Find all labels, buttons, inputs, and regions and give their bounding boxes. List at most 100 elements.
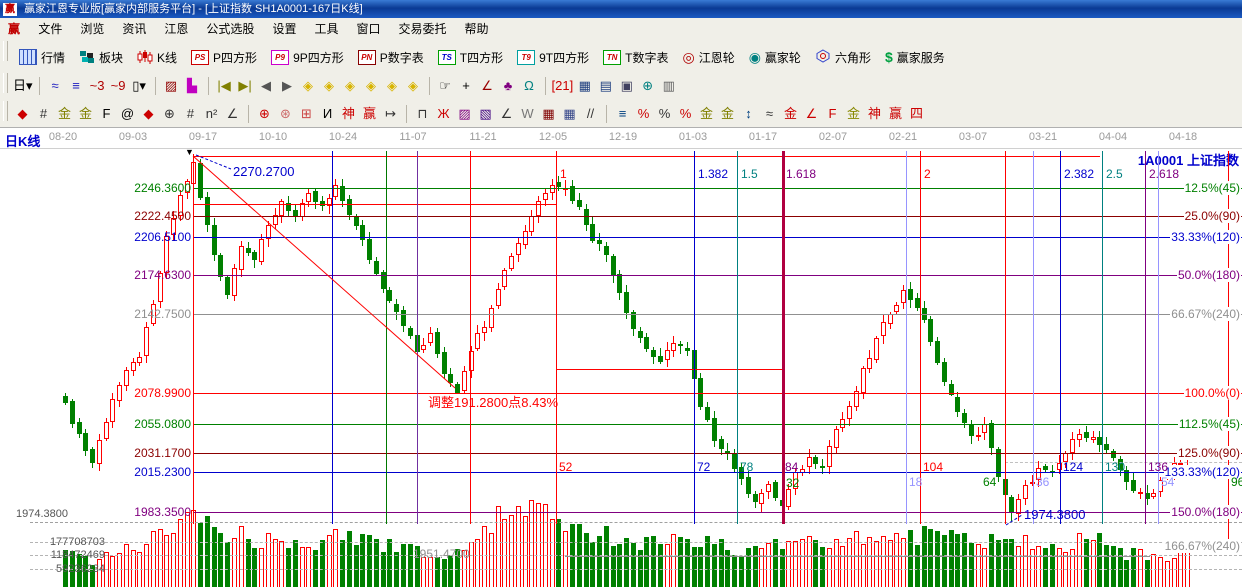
nav-tool-icon-0[interactable]: 日▾ — [13, 75, 33, 97]
nav-tool-icon-6[interactable]: ▯▾ — [130, 75, 149, 97]
menu-item-9[interactable]: 帮助 — [456, 18, 498, 41]
nav-tool-icon-29[interactable]: ▦ — [575, 75, 594, 97]
day-count-label: 64 — [983, 475, 997, 489]
gann-tool-icon-16[interactable]: 神 — [339, 103, 358, 125]
gann-tool-icon-1[interactable]: # — [34, 103, 53, 125]
toolbar-button-板块[interactable]: 板块 — [72, 43, 130, 71]
gann-tool-icon-30[interactable]: ≡ — [613, 103, 632, 125]
nav-tool-icon-8[interactable]: ▨ — [162, 75, 181, 97]
toolbar-button-T数字表[interactable]: TN T数字表 — [596, 43, 675, 71]
gann-tool-icon-35[interactable]: 金 — [718, 103, 737, 125]
menu-item-5[interactable]: 设置 — [263, 18, 305, 41]
gann-tool-icon-42[interactable]: 神 — [865, 103, 884, 125]
nav-tool-icon-13[interactable]: ◀ — [257, 75, 276, 97]
menu-item-0[interactable]: 文件 — [29, 18, 71, 41]
nav-tool-icon-19[interactable]: ◈ — [383, 75, 402, 97]
gann-tool-icon-0[interactable]: ◆ — [13, 103, 32, 125]
nav-tool-icon-26[interactable]: Ω — [520, 75, 539, 97]
toolbar-button-9P四方形[interactable]: P9 9P四方形 — [264, 43, 351, 71]
menu-item-8[interactable]: 交易委托 — [389, 18, 455, 41]
gann-tool-icon-37[interactable]: ≈ — [760, 103, 779, 125]
gann-tool-icon-34[interactable]: 金 — [697, 103, 716, 125]
nav-tool-icon-11[interactable]: |◀ — [215, 75, 234, 97]
sector-blocks-icon — [79, 50, 95, 64]
gann-tool-icon-6[interactable]: ◆ — [139, 103, 158, 125]
chart-area[interactable]: 日K线 1A0001 上证指数 08-20 09-03 09-17 10-10 10-2… — [0, 127, 1242, 587]
nav-tool-icon-23[interactable]: + — [457, 75, 476, 97]
gann-tool-icon-10[interactable]: ∠ — [223, 103, 242, 125]
nav-tool-icon-33[interactable]: ▥ — [659, 75, 678, 97]
gann-tool-icon-39[interactable]: ∠ — [802, 103, 821, 125]
nav-tool-icon-3[interactable]: ≡ — [67, 75, 86, 97]
menu-item-6[interactable]: 工具 — [305, 18, 347, 41]
gann-tool-icon-43[interactable]: 赢 — [886, 103, 905, 125]
gann-tool-icon-31[interactable]: % — [634, 103, 653, 125]
toolbar-button-P四方形[interactable]: PS P四方形 — [184, 43, 264, 71]
toolbar-button-K线[interactable]: K线 — [130, 43, 184, 71]
toolbar-button-T四方形[interactable]: TS T四方形 — [431, 43, 510, 71]
ps-badge-icon: PS — [191, 49, 210, 65]
nav-tool-icon-18[interactable]: ◈ — [362, 75, 381, 97]
gann-tool-icon-20[interactable]: ⊓ — [413, 103, 432, 125]
nav-tool-icon-4[interactable]: ~3 — [88, 75, 107, 97]
nav-tool-icon-15[interactable]: ◈ — [299, 75, 318, 97]
price-axis-label: 2078.9900 — [134, 386, 191, 400]
toolbar-button-P数字表[interactable]: PN P数字表 — [351, 43, 431, 71]
toolbar-button-六角形[interactable]: 六角形 — [808, 43, 878, 71]
gann-tool-icon-44[interactable]: 四 — [907, 103, 926, 125]
gann-tool-icon-8[interactable]: # — [181, 103, 200, 125]
gann-tool-icon-41[interactable]: 金 — [844, 103, 863, 125]
gann-tool-icon-7[interactable]: ⊕ — [160, 103, 179, 125]
gann-tool-icon-32[interactable]: % — [655, 103, 674, 125]
gann-tool-icon-40[interactable]: F — [823, 103, 842, 125]
menu-item-7[interactable]: 窗口 — [347, 18, 389, 41]
gann-tool-icon-38[interactable]: 金 — [781, 103, 800, 125]
toolbar-button-江恩轮[interactable]: ◎ 江恩轮 — [675, 43, 741, 71]
nav-tool-icon-28[interactable]: [21] — [552, 75, 574, 97]
gann-tool-icon-18[interactable]: ↦ — [381, 103, 400, 125]
nav-tool-icon-14[interactable]: ▶ — [278, 75, 297, 97]
toolbar-button-9T四方形[interactable]: T9 9T四方形 — [510, 43, 596, 71]
title-bar[interactable]: 赢 赢家江恩专业版[赢家内部服务平台] - [上证指数 SH1A0001-167… — [0, 0, 1242, 18]
gann-tool-icon-27[interactable]: ▦ — [560, 103, 579, 125]
nav-tool-icon-5[interactable]: ~9 — [109, 75, 128, 97]
gann-tool-icon-2[interactable]: 金 — [55, 103, 74, 125]
menu-item-2[interactable]: 资讯 — [113, 18, 155, 41]
gann-tool-icon-22[interactable]: ▨ — [455, 103, 474, 125]
nav-tool-icon-25[interactable]: ♣ — [499, 75, 518, 97]
nav-tool-icon-17[interactable]: ◈ — [341, 75, 360, 97]
gann-tool-icon-28[interactable]: // — [581, 103, 600, 125]
gann-tool-icon-13[interactable]: ⊛ — [276, 103, 295, 125]
gann-tool-icon-3[interactable]: 金 — [76, 103, 95, 125]
gann-tool-icon-17[interactable]: 赢 — [360, 103, 379, 125]
nav-tool-icon-12[interactable]: ▶| — [236, 75, 255, 97]
gann-tool-icon-21[interactable]: Ж — [434, 103, 453, 125]
nav-tool-icon-20[interactable]: ◈ — [404, 75, 423, 97]
toolbar-button-赢家服务[interactable]: $ 赢家服务 — [878, 43, 952, 71]
menu-item-3[interactable]: 江恩 — [155, 18, 197, 41]
nav-tool-icon-24[interactable]: ∠ — [478, 75, 497, 97]
gann-tool-icon-23[interactable]: ▧ — [476, 103, 495, 125]
nav-tool-icon-31[interactable]: ▣ — [617, 75, 636, 97]
menu-item-1[interactable]: 浏览 — [71, 18, 113, 41]
nav-tool-icon-2[interactable]: ≈ — [46, 75, 65, 97]
gann-tool-icon-36[interactable]: ↕ — [739, 103, 758, 125]
menu-item-4[interactable]: 公式选股 — [197, 18, 263, 41]
toolbar-button-赢家轮[interactable]: ◉ 赢家轮 — [742, 43, 808, 71]
nav-tool-icon-16[interactable]: ◈ — [320, 75, 339, 97]
nav-tool-icon-9[interactable]: ▙ — [183, 75, 202, 97]
nav-tool-icon-22[interactable]: ☞ — [436, 75, 455, 97]
gann-tool-icon-12[interactable]: ⊕ — [255, 103, 274, 125]
nav-tool-icon-30[interactable]: ▤ — [596, 75, 615, 97]
gann-tool-icon-9[interactable]: n² — [202, 103, 221, 125]
nav-tool-icon-32[interactable]: ⊕ — [638, 75, 657, 97]
gann-tool-icon-25[interactable]: W — [518, 103, 537, 125]
gann-tool-icon-24[interactable]: ∠ — [497, 103, 516, 125]
gann-tool-icon-15[interactable]: И — [318, 103, 337, 125]
toolbar-button-行情[interactable]: 行情 — [12, 43, 72, 71]
gann-tool-icon-5[interactable]: @ — [118, 103, 137, 125]
gann-tool-icon-33[interactable]: % — [676, 103, 695, 125]
gann-tool-icon-14[interactable]: ⊞ — [297, 103, 316, 125]
gann-tool-icon-4[interactable]: F — [97, 103, 116, 125]
gann-tool-icon-26[interactable]: ▦ — [539, 103, 558, 125]
